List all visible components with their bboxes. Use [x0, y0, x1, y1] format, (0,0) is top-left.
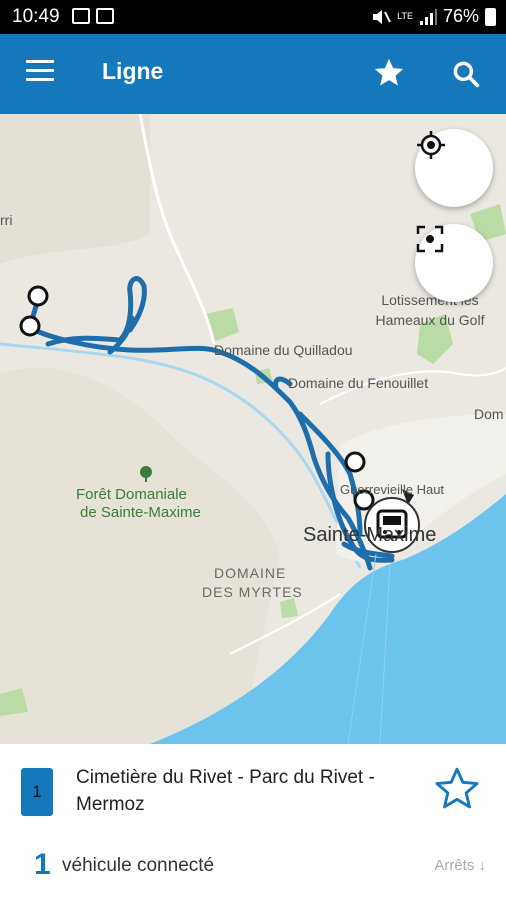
status-bar: 10:49 LTE 76%: [0, 0, 506, 34]
gallery-icon: [72, 8, 90, 24]
page-title: Ligne: [102, 58, 164, 84]
signal-icon: [419, 8, 437, 25]
line-name: Cimetière du Rivet - Parc du Rivet - Mer…: [76, 767, 375, 815]
focus-icon: [416, 225, 444, 253]
locate-icon: [417, 131, 445, 159]
focus-route-button[interactable]: [415, 224, 493, 302]
battery-percent: 76%: [442, 6, 479, 26]
map-label-guerrevieille: Guerrevieille Haut: [340, 482, 445, 497]
status-right: LTE 76%: [371, 6, 496, 27]
map-label-city: Sainte-Maxime: [303, 524, 437, 546]
line-number-badge: 1: [21, 768, 53, 816]
vehicle-count: 1: [34, 848, 51, 881]
locate-button[interactable]: [415, 129, 493, 207]
status-time: 10:49: [12, 6, 60, 27]
mute-icon: [373, 9, 392, 24]
map-label-myrtes-2: DES MYRTES: [202, 584, 303, 600]
route-map[interactable]: rri Lotissement les Hameaux du Golf Doma…: [0, 114, 506, 744]
map-label-edge: rri: [0, 212, 13, 228]
vehicle-label: véhicule connecté: [62, 855, 215, 876]
line-info-panel: 1 Cimetière du Rivet - Parc du Rivet - M…: [0, 744, 506, 900]
menu-icon[interactable]: [26, 60, 54, 88]
photo-icon: [96, 8, 114, 24]
search-icon[interactable]: [450, 58, 482, 90]
app-bar: Ligne: [0, 34, 506, 114]
map-label-foret-1: Forêt Domaniale: [76, 486, 187, 503]
star-icon[interactable]: [372, 56, 406, 90]
map-label-fenouillet: Domaine du Fenouillet: [288, 375, 429, 391]
map-label-lotissement: Lotissement les Hameaux du Golf: [375, 292, 485, 328]
map-canvas: [0, 114, 506, 744]
network-label: LTE: [397, 11, 413, 21]
map-label-foret-2: de Sainte-Maxime: [80, 504, 201, 521]
map-label-dom: Dom: [474, 406, 504, 422]
map-label-quilladou: Domaine du Quilladou: [214, 342, 353, 358]
battery-icon: [485, 7, 496, 26]
notification-icons: [72, 8, 114, 24]
stops-link[interactable]: Arrêts ↓: [434, 857, 486, 874]
star-outline-icon[interactable]: [432, 764, 482, 814]
map-label-myrtes-1: DOMAINE: [214, 565, 287, 581]
